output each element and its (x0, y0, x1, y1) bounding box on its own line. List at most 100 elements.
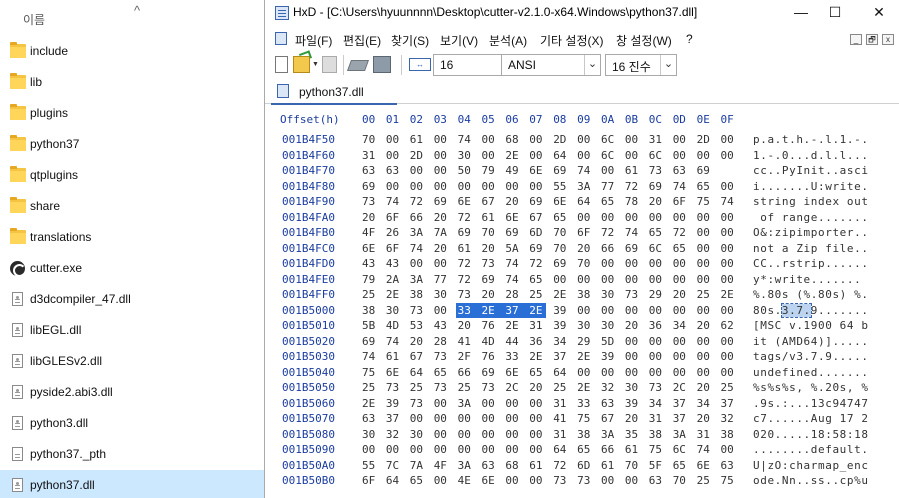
hex-byte[interactable]: 73 (458, 288, 476, 301)
hex-byte[interactable]: 2D (697, 133, 715, 146)
menu-extras[interactable]: 기타 설정(X) (540, 32, 604, 49)
hex-byte[interactable]: 00 (482, 180, 500, 193)
hex-byte[interactable]: 69 (529, 195, 547, 208)
hex-byte[interactable]: 69 (529, 242, 547, 255)
hex-byte[interactable]: 75 (577, 412, 595, 425)
hex-byte[interactable]: 2E (577, 381, 595, 394)
hex-byte[interactable]: 00 (649, 350, 667, 363)
hex-byte[interactable]: 6E (505, 211, 523, 224)
hex-byte[interactable]: 00 (458, 180, 476, 193)
hex-byte[interactable]: 31 (649, 133, 667, 146)
text-column[interactable]: undefined....... (753, 366, 869, 379)
hex-byte[interactable]: 5F (649, 459, 667, 472)
hex-byte[interactable]: 67 (529, 211, 547, 224)
hex-byte[interactable]: 28 (434, 335, 452, 348)
hex-byte[interactable]: 72 (458, 211, 476, 224)
hex-byte[interactable]: 31 (649, 412, 667, 425)
hex-byte[interactable]: 69 (553, 164, 571, 177)
hex-byte[interactable]: 20 (625, 319, 643, 332)
hex-byte[interactable]: 00 (505, 180, 523, 193)
hex-byte[interactable]: 00 (625, 211, 643, 224)
hex-byte[interactable]: 00 (697, 350, 715, 363)
hex-byte[interactable]: 31 (553, 428, 571, 441)
hex-byte[interactable]: 6D (577, 459, 595, 472)
hex-byte[interactable]: 00 (697, 149, 715, 162)
hex-byte[interactable]: 38 (577, 428, 595, 441)
hex-byte[interactable]: 43 (386, 257, 404, 270)
hex-byte[interactable]: 20 (434, 211, 452, 224)
hex-byte[interactable]: 72 (410, 195, 428, 208)
hex-byte[interactable]: 00 (553, 273, 571, 286)
hex-byte[interactable]: 00 (673, 273, 691, 286)
hex-byte[interactable]: 36 (529, 335, 547, 348)
hex-byte[interactable]: 00 (721, 350, 739, 363)
hex-byte[interactable]: 79 (362, 273, 380, 286)
open-ram-icon[interactable] (346, 60, 370, 71)
hex-byte[interactable]: 30 (601, 288, 619, 301)
hex-byte[interactable]: 69 (649, 180, 667, 193)
text-column[interactable]: tags/v3.7.9..... (753, 350, 869, 363)
hex-byte[interactable]: 61 (625, 164, 643, 177)
hex-byte[interactable]: 65 (529, 273, 547, 286)
hex-byte[interactable]: 73 (577, 474, 595, 487)
hex-byte[interactable]: 00 (434, 149, 452, 162)
hex-byte[interactable]: 00 (649, 366, 667, 379)
hex-byte[interactable]: 30 (458, 149, 476, 162)
hex-byte[interactable]: 37 (553, 350, 571, 363)
hex-byte[interactable]: 38 (362, 304, 380, 317)
hex-byte[interactable]: 44 (505, 335, 523, 348)
hex-byte[interactable]: 00 (721, 335, 739, 348)
hex-byte[interactable]: 00 (505, 397, 523, 410)
hex-byte[interactable]: 25 (721, 381, 739, 394)
hex-byte[interactable]: 38 (721, 428, 739, 441)
hex-byte[interactable]: 00 (482, 428, 500, 441)
hex-byte[interactable]: 00 (434, 397, 452, 410)
hex-byte[interactable]: 6D (529, 226, 547, 239)
hex-byte[interactable]: 00 (697, 335, 715, 348)
hex-byte[interactable]: 20 (577, 242, 595, 255)
file-list-item[interactable]: python37.dll (0, 470, 264, 498)
text-column[interactable]: not a Zip file.. (753, 242, 869, 255)
offset-base-select[interactable]: 16 진수 ⌄ (605, 54, 677, 76)
menu-edit[interactable]: 편집(E) (343, 32, 381, 49)
hex-byte[interactable]: 66 (410, 211, 428, 224)
hex-byte[interactable]: 75 (697, 195, 715, 208)
hex-byte[interactable]: 33 (458, 304, 476, 317)
hex-byte[interactable]: 61 (529, 459, 547, 472)
hex-byte[interactable]: 69 (697, 164, 715, 177)
hex-byte[interactable]: 43 (362, 257, 380, 270)
hex-byte[interactable]: 00 (482, 397, 500, 410)
text-column[interactable]: it (AMD64)]..... (753, 335, 869, 348)
hex-byte[interactable]: 29 (649, 288, 667, 301)
hex-byte[interactable]: 2E (553, 288, 571, 301)
hex-byte[interactable]: 00 (529, 180, 547, 193)
hex-byte[interactable]: 00 (529, 133, 547, 146)
hex-byte[interactable]: 73 (625, 288, 643, 301)
hex-byte[interactable]: 68 (505, 133, 523, 146)
hex-byte[interactable]: 74 (362, 350, 380, 363)
hex-byte[interactable]: 2F (458, 350, 476, 363)
close-button[interactable]: ✕ (859, 0, 899, 26)
text-column[interactable]: string index out (753, 195, 869, 208)
column-header[interactable]: 이름 ^ (0, 0, 264, 36)
hex-byte[interactable]: 6C (601, 133, 619, 146)
hex-byte[interactable]: 65 (673, 242, 691, 255)
hex-byte[interactable]: 65 (410, 474, 428, 487)
hex-byte[interactable]: 00 (625, 304, 643, 317)
text-column[interactable]: p.a.t.h.-.l.1.-. (753, 133, 869, 146)
hex-byte[interactable]: 37 (721, 397, 739, 410)
hex-byte[interactable]: 25 (697, 474, 715, 487)
hex-byte[interactable]: 00 (434, 133, 452, 146)
save-icon[interactable] (322, 56, 337, 73)
hex-byte[interactable]: 67 (482, 195, 500, 208)
file-list-item[interactable]: lib (0, 67, 264, 98)
hex-byte[interactable]: 00 (697, 226, 715, 239)
hex-byte[interactable]: 66 (601, 242, 619, 255)
hex-byte[interactable]: 53 (410, 319, 428, 332)
hex-byte[interactable]: 00 (625, 366, 643, 379)
hex-byte[interactable]: 63 (721, 459, 739, 472)
hex-byte[interactable]: 00 (482, 443, 500, 456)
hex-byte[interactable]: 00 (697, 242, 715, 255)
hex-byte[interactable]: 25 (697, 288, 715, 301)
hex-byte[interactable]: 00 (577, 366, 595, 379)
